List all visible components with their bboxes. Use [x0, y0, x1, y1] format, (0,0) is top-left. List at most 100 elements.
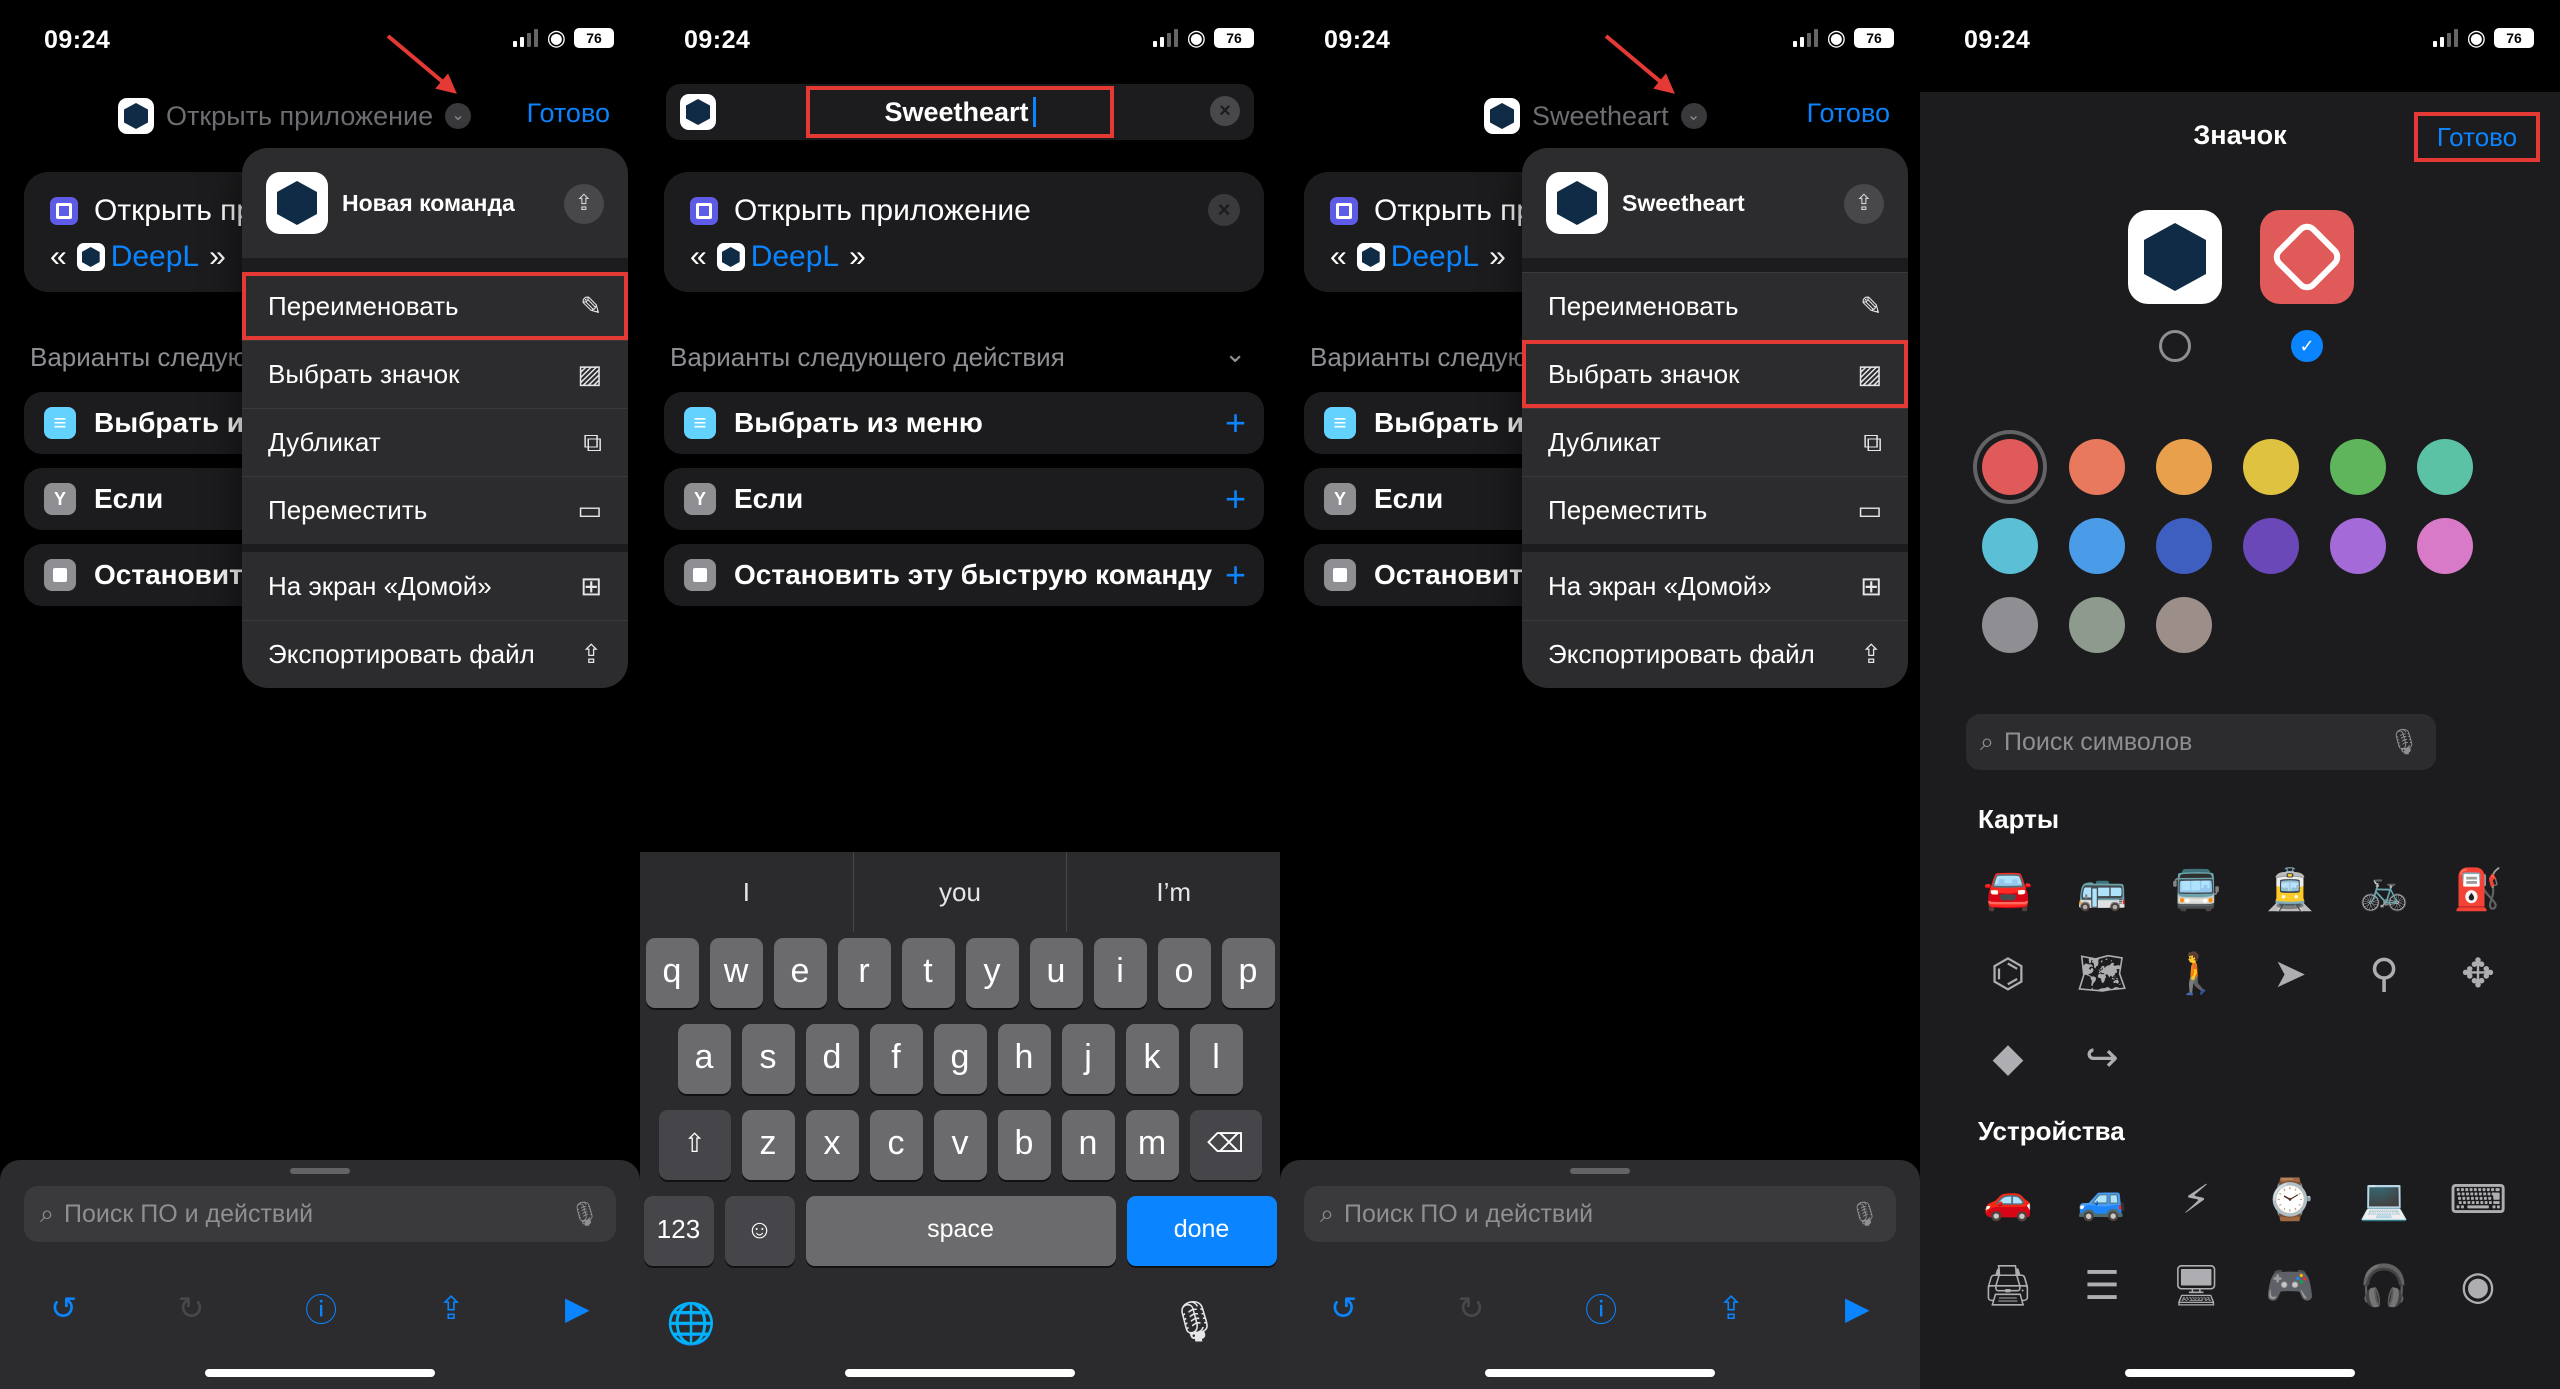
globe-icon[interactable]: 🌐: [666, 1300, 716, 1347]
glyph-icon-option[interactable]: [2260, 210, 2354, 304]
color-swatch[interactable]: [2069, 597, 2125, 653]
color-swatch[interactable]: [1982, 597, 2038, 653]
info-icon[interactable]: ⓘ: [1585, 1285, 1617, 1331]
tram-icon[interactable]: 🚊: [2260, 860, 2320, 920]
play-icon[interactable]: ▶: [565, 1289, 590, 1327]
key[interactable]: j: [1061, 1024, 1115, 1094]
key[interactable]: c: [869, 1110, 923, 1180]
turn-right-icon[interactable]: ↪: [2072, 1028, 2132, 1088]
menu-item-rename[interactable]: Переименовать ✎: [1522, 272, 1908, 340]
color-swatch[interactable]: [2417, 518, 2473, 574]
redo-icon[interactable]: ↻: [1458, 1289, 1485, 1327]
clear-icon[interactable]: ×: [1210, 96, 1240, 126]
menu-item-export[interactable]: Экспортировать файл ⇪: [1522, 620, 1908, 688]
menu-item-home-screen[interactable]: На экран «Домой» ⊞: [1522, 552, 1908, 620]
suggestion-stop[interactable]: Остановить эту быструю команду +: [664, 544, 1264, 606]
remove-action-icon[interactable]: ×: [1208, 194, 1240, 226]
color-swatch[interactable]: [2417, 439, 2473, 495]
menu-item-choose-icon[interactable]: Выбрать значок ▨: [1522, 340, 1908, 408]
chevron-down-icon[interactable]: ⌄: [445, 103, 472, 129]
mic-icon[interactable]: 🎙: [1850, 1200, 1880, 1229]
server-icon[interactable]: ☰: [2072, 1256, 2132, 1316]
speaker-icon[interactable]: ◉: [2448, 1256, 2508, 1316]
delete-key[interactable]: ⌫: [1189, 1110, 1262, 1180]
fuel-icon[interactable]: ⛽: [2448, 860, 2508, 920]
color-swatch[interactable]: [2069, 439, 2125, 495]
key[interactable]: i: [1093, 938, 1147, 1008]
done-key[interactable]: done: [1126, 1196, 1277, 1266]
color-swatch[interactable]: [2156, 518, 2212, 574]
bicycle-icon[interactable]: 🚲: [2354, 860, 2414, 920]
redo-icon[interactable]: ↻: [178, 1289, 205, 1327]
play-icon[interactable]: ▶: [1845, 1289, 1870, 1327]
app-icon-radio[interactable]: [2159, 330, 2191, 362]
share-icon[interactable]: ⇪: [438, 1289, 465, 1327]
symbol-search-input[interactable]: ⌕ Поиск символов 🎙: [1966, 714, 2436, 770]
action-card[interactable]: Открыть приложение « DeepL » ×: [664, 172, 1264, 292]
menu-item-export[interactable]: Экспортировать файл ⇪: [242, 620, 628, 688]
undo-icon[interactable]: ↺: [50, 1289, 77, 1327]
mic-icon[interactable]: 🎙: [2388, 728, 2420, 757]
prediction[interactable]: you: [852, 852, 1067, 932]
directions-icon[interactable]: ◆: [1978, 1028, 2038, 1088]
key[interactable]: v: [933, 1110, 987, 1180]
space-key[interactable]: space: [805, 1196, 1116, 1266]
app-chip[interactable]: DeepL: [716, 240, 839, 274]
move-icon[interactable]: ✥: [2448, 944, 2508, 1004]
key[interactable]: r: [837, 938, 891, 1008]
key[interactable]: e: [773, 938, 827, 1008]
shift-key[interactable]: ⇧: [658, 1110, 731, 1180]
sheet-grabber[interactable]: [290, 1168, 350, 1174]
glyph-icon-radio[interactable]: ✓: [2291, 330, 2323, 362]
key[interactable]: x: [805, 1110, 859, 1180]
app-chip[interactable]: DeepL: [76, 240, 199, 274]
menu-item-choose-icon[interactable]: Выбрать значок ▨: [242, 340, 628, 408]
key[interactable]: w: [709, 938, 763, 1008]
share-icon[interactable]: ⇪: [1718, 1289, 1745, 1327]
color-swatch[interactable]: [2330, 439, 2386, 495]
ev-car-icon[interactable]: ⚡: [2166, 1170, 2226, 1230]
key[interactable]: z: [741, 1110, 795, 1180]
app-icon-option[interactable]: [2128, 210, 2222, 304]
shortcut-title-button[interactable]: Sweetheart ⌄: [1484, 98, 1707, 134]
menu-item-move[interactable]: Переместить ▭: [1522, 476, 1908, 544]
laptop-icon[interactable]: 💻: [2354, 1170, 2414, 1230]
done-button[interactable]: Готово: [2414, 112, 2540, 162]
menu-item-duplicate[interactable]: Дубликат ⧉: [1522, 408, 1908, 476]
color-swatch[interactable]: [2069, 518, 2125, 574]
printer-icon[interactable]: 🖨: [1978, 1256, 2038, 1316]
keyboard-icon[interactable]: ⌨: [2448, 1170, 2508, 1230]
walking-icon[interactable]: 🚶: [2166, 944, 2226, 1004]
key[interactable]: b: [997, 1110, 1051, 1180]
menu-item-rename[interactable]: Переименовать ✎: [242, 272, 628, 340]
numbers-key[interactable]: 123: [643, 1196, 714, 1266]
gamepad-icon[interactable]: 🎮: [2260, 1256, 2320, 1316]
key[interactable]: a: [677, 1024, 731, 1094]
emoji-key[interactable]: ☺: [724, 1196, 795, 1266]
plus-icon[interactable]: +: [1225, 554, 1246, 596]
key[interactable]: t: [901, 938, 955, 1008]
search-input[interactable]: ⌕ Поиск ПО и действий 🎙: [1304, 1186, 1896, 1242]
share-icon[interactable]: ⇪: [564, 184, 604, 224]
key[interactable]: h: [997, 1024, 1051, 1094]
pin-icon[interactable]: ⚲: [2354, 944, 2414, 1004]
search-input[interactable]: ⌕ Поиск ПО и действий 🎙: [24, 1186, 616, 1242]
key[interactable]: m: [1125, 1110, 1179, 1180]
shortcut-title-button[interactable]: Открыть приложение ⌄: [118, 98, 472, 134]
map-icon[interactable]: 🗺: [2072, 944, 2132, 1004]
key[interactable]: f: [869, 1024, 923, 1094]
color-swatch[interactable]: [1982, 439, 2038, 495]
key[interactable]: l: [1189, 1024, 1243, 1094]
rename-input[interactable]: Sweetheart: [806, 86, 1114, 138]
done-button[interactable]: Готово: [1807, 98, 1890, 129]
menu-item-home-screen[interactable]: На экран «Домой» ⊞: [242, 552, 628, 620]
key[interactable]: k: [1125, 1024, 1179, 1094]
headphones-icon[interactable]: 🎧: [2354, 1256, 2414, 1316]
key[interactable]: g: [933, 1024, 987, 1094]
key[interactable]: q: [645, 938, 699, 1008]
chevron-down-icon[interactable]: ⌄: [1680, 103, 1707, 129]
color-swatch[interactable]: [2243, 439, 2299, 495]
key[interactable]: n: [1061, 1110, 1115, 1180]
share-icon[interactable]: ⇪: [1844, 184, 1884, 224]
undo-icon[interactable]: ↺: [1330, 1289, 1357, 1327]
